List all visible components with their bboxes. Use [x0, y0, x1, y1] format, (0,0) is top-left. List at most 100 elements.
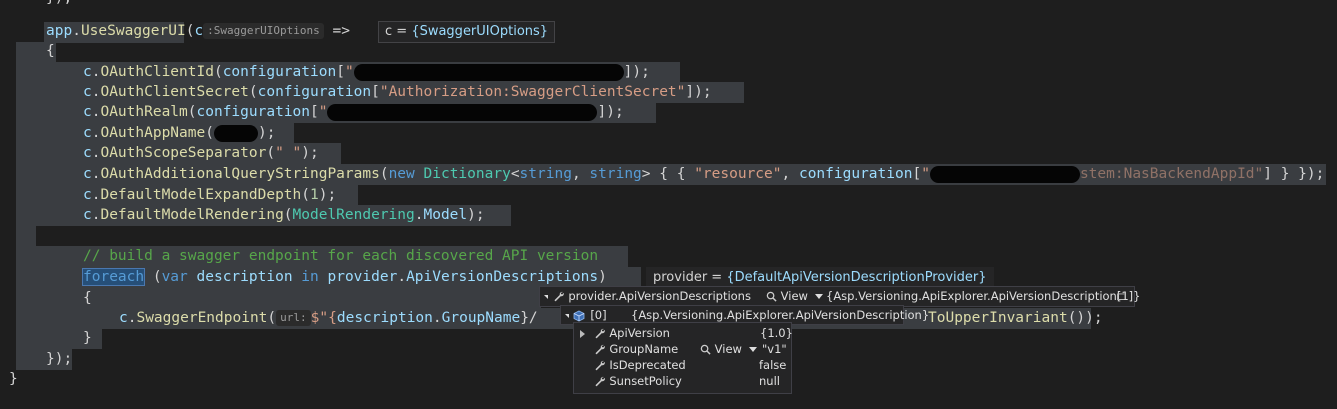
code-line: c.OAuthAdditionalQueryStringParams(new D… — [83, 165, 1325, 183]
code-token: OAuthClientSecret — [100, 84, 249, 100]
code-line: } — [9, 369, 18, 389]
datatip-value: {Asp.Versioning.ApiExplorer.ApiVersionDe… — [826, 289, 1141, 303]
property-row-isdeprecated[interactable]: IsDeprecated false — [580, 357, 786, 373]
code-token: c — [83, 104, 92, 120]
code-token: " — [318, 104, 328, 120]
code-token: ModelRendering — [292, 207, 415, 223]
code-token: OAuthClientId — [100, 64, 214, 80]
code-token: SwaggerEndpoint — [136, 310, 268, 326]
code-token: c — [83, 207, 92, 223]
code-line: c.OAuthClientSecret(configuration["Autho… — [83, 84, 712, 100]
code-token: configuration — [257, 84, 372, 100]
code-token: Dictionary — [423, 166, 511, 182]
code-line: c.SwaggerEndpoint(url: $"{description.Gro… — [119, 310, 538, 326]
property-name: GroupName — [609, 342, 679, 356]
chevron-down-icon[interactable] — [814, 294, 823, 299]
code-token: OAuthRealm — [100, 104, 188, 120]
inlay-hint: url: — [276, 310, 311, 326]
code-token: Model — [423, 207, 468, 223]
datatip-value: {Asp.Versioning.ApiExplorer.ApiVersionDe… — [631, 308, 930, 322]
code-token: => — [332, 23, 350, 39]
code-token: description — [336, 310, 433, 326]
code-token: 1 — [310, 187, 319, 203]
selection-band — [16, 226, 36, 247]
object-icon — [573, 310, 585, 321]
code-token: c — [83, 166, 92, 182]
code-token: c — [119, 310, 128, 326]
datatip-expression: provider.ApiVersionDescriptions — [568, 289, 751, 303]
tip-value: {DefaultApiVersionDescriptionProvider} — [726, 270, 987, 285]
code-token: in — [301, 269, 319, 285]
code-token: DefaultModelExpandDepth — [100, 187, 302, 203]
code-token: "Authorization:SwaggerClientSecret" — [379, 84, 686, 100]
code-token: var — [161, 269, 188, 285]
code-line: ToUpperInvariant()); — [928, 310, 1103, 326]
datatip-properties[interactable]: ApiVersion {1.0} GroupName View "v1" IsD… — [573, 322, 793, 394]
inlay-hint: :SwaggerUIOptions — [203, 23, 324, 39]
code-line: }); — [46, 0, 72, 8]
code-token: }); — [46, 0, 72, 6]
pin-icon[interactable]: ⊏ — [1116, 288, 1126, 304]
property-value: {1.0} — [760, 326, 793, 340]
code-token: $"{ — [310, 310, 337, 326]
magnifier-icon — [700, 344, 711, 355]
code-token: { — [46, 43, 55, 59]
code-token: new — [388, 166, 415, 182]
redaction-mark — [327, 103, 598, 121]
code-token: c — [83, 64, 92, 80]
code-token: c — [194, 23, 204, 39]
wrench-icon — [595, 344, 605, 355]
code-token: GroupName — [441, 310, 521, 326]
property-row-sunsetpolicy[interactable]: SunsetPolicy null — [580, 373, 785, 389]
code-token: { — [83, 290, 92, 306]
property-value: null — [759, 374, 780, 388]
property-row-apiversion[interactable]: ApiVersion {1.0} — [580, 325, 793, 341]
code-token: configuration — [196, 104, 311, 120]
code-token: DefaultModelRendering — [100, 207, 284, 223]
wrench-icon — [595, 360, 605, 371]
redaction-mark — [353, 63, 624, 81]
property-name: ApiVersion — [609, 326, 670, 340]
code-token: description — [196, 269, 293, 285]
code-line: { — [46, 41, 55, 61]
code-line: } — [83, 328, 92, 348]
property-row-groupname[interactable]: GroupName View "v1" — [580, 341, 787, 357]
code-token: c — [83, 84, 92, 100]
code-token: OAuthAdditionalQueryStringParams — [100, 166, 380, 182]
property-name: SunsetPolicy — [609, 374, 682, 388]
redaction-mark — [213, 124, 258, 142]
chevron-down-icon[interactable] — [748, 347, 757, 352]
code-token: configuration — [798, 166, 913, 182]
collapse-arrow-icon[interactable] — [544, 294, 548, 299]
wrench-icon — [595, 328, 605, 339]
expand-arrow-icon[interactable] — [580, 329, 585, 338]
property-name: IsDeprecated — [609, 358, 686, 372]
code-line: // build a swagger endpoint for each dis… — [83, 246, 598, 266]
code-token: c — [83, 145, 92, 161]
code-token: ToUpperInvariant — [928, 310, 1068, 326]
code-token: c — [83, 187, 92, 203]
code-token: OAuthScopeSeparator — [100, 145, 267, 161]
redaction-mark — [929, 165, 1080, 183]
code-token: ApiVersionDescriptions — [406, 269, 599, 285]
code-token: OAuthAppName — [100, 125, 206, 141]
code-token: UseSwaggerUI — [80, 23, 186, 39]
code-token: " " — [275, 145, 302, 161]
tip-label: provider = — [653, 270, 727, 285]
code-line: c.OAuthRealm(configuration["]); — [83, 103, 624, 121]
code-token: string — [519, 166, 572, 182]
code-token: }); — [46, 351, 73, 367]
code-token: app — [46, 23, 73, 39]
code-token: foreach — [81, 268, 146, 286]
magnifier-icon — [766, 291, 777, 302]
code-line: c.DefaultModelRendering(ModelRendering.M… — [83, 207, 485, 223]
datatip-header[interactable]: provider.ApiVersionDescriptions View {As… — [539, 286, 1140, 307]
collapse-arrow-icon[interactable] — [565, 313, 569, 318]
property-value: "v1" — [762, 342, 787, 356]
view-button[interactable]: View — [715, 342, 742, 356]
code-line: c.DefaultModelExpandDepth(1); — [83, 187, 337, 203]
view-button[interactable]: View — [781, 289, 808, 303]
code-token: } — [9, 371, 18, 387]
variable-value-tip[interactable]: c = {SwaggerUIOptions} — [378, 21, 556, 43]
code-line: { — [83, 288, 92, 308]
